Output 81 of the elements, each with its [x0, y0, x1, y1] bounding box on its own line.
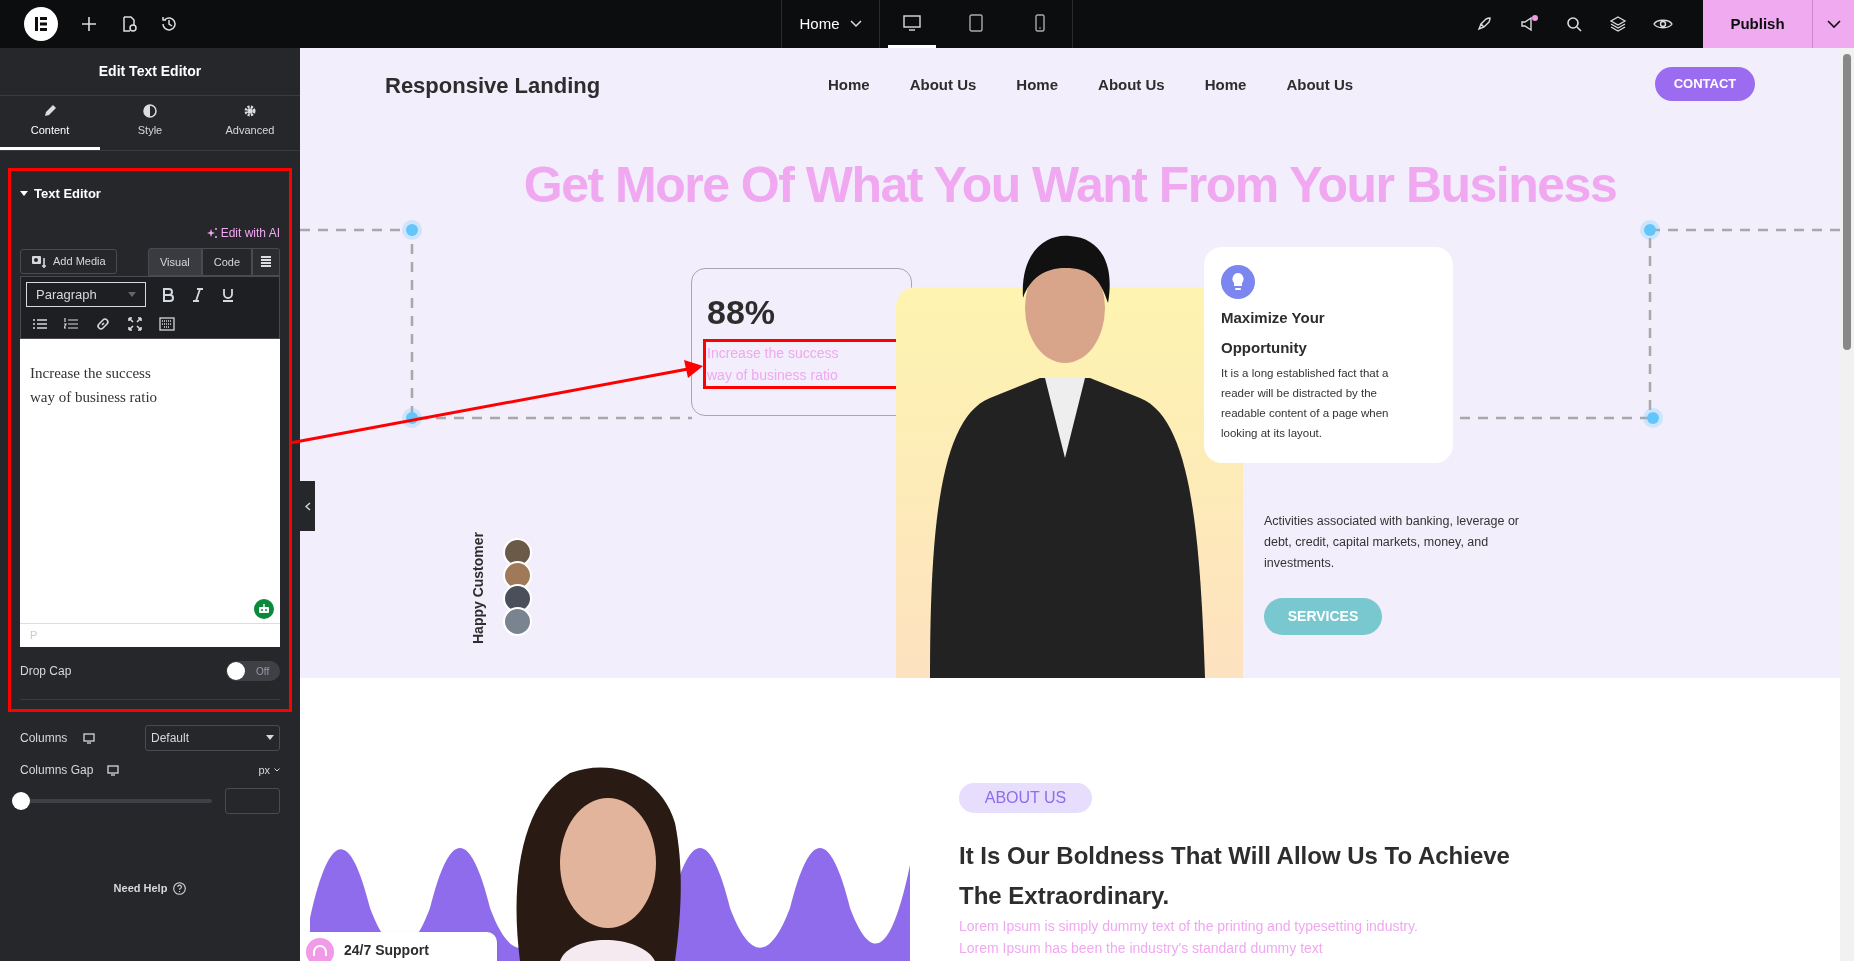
keyboard-icon[interactable] [159, 317, 175, 331]
nav-link[interactable]: About Us [1098, 74, 1165, 97]
tablet-icon [969, 13, 983, 32]
pencil-icon [43, 104, 57, 119]
layers-icon[interactable] [1609, 15, 1627, 33]
toolbar-toggle-button[interactable] [252, 248, 280, 276]
underline-icon[interactable] [222, 287, 234, 302]
scrollbar[interactable] [1840, 48, 1854, 961]
hero-headline: Get More Of What You Want From Your Business [522, 156, 1618, 215]
chevron-down-icon [274, 768, 280, 772]
add-media-button[interactable]: Add Media [20, 249, 117, 274]
document-settings-icon[interactable] [120, 15, 138, 33]
slider-thumb[interactable] [12, 792, 30, 810]
desktop-icon[interactable] [107, 764, 120, 776]
megaphone-icon[interactable] [1519, 15, 1539, 33]
chevron-down-icon [849, 20, 862, 28]
plus-icon[interactable] [80, 15, 98, 33]
help-icon [173, 881, 187, 895]
toolbar-toggle-icon [261, 256, 271, 268]
drop-cap-label: Drop Cap [20, 663, 72, 680]
activities-text: Activities associated with banking, leverage or debt, credit, capital markets, money, and investments. [1264, 513, 1519, 572]
contact-button[interactable]: CONTACT [1655, 67, 1755, 101]
panel-title: Edit Text Editor [98, 62, 202, 81]
gap-input-field[interactable] [225, 788, 280, 814]
drop-cap-toggle[interactable]: Off [226, 661, 280, 681]
columns-label: Columns [20, 730, 68, 747]
italic-icon[interactable] [192, 287, 204, 302]
desktop-icon[interactable] [83, 732, 96, 744]
numbered-list-icon[interactable] [64, 318, 78, 330]
stat-value: 88% [707, 292, 777, 332]
contrast-icon [143, 104, 157, 119]
desktop-icon [903, 14, 921, 31]
publish-button[interactable]: Publish [1703, 0, 1812, 48]
about-heading: It Is Our Boldness That Will Allow Us To Achieve The Extraordinary. [959, 841, 1511, 911]
fullscreen-icon[interactable] [128, 317, 142, 331]
link-icon[interactable] [95, 316, 111, 332]
editor-text-line: way of business ratio [30, 388, 159, 407]
chevron-left-icon [304, 501, 311, 511]
scrollbar-thumb[interactable] [1843, 54, 1851, 350]
about-badge: ABOUT US [959, 783, 1092, 813]
panel-tab[interactable]: Style [100, 96, 200, 150]
history-icon[interactable] [160, 15, 178, 33]
brand-name: Responsive Landing [385, 72, 601, 100]
panel-tab[interactable]: Content [0, 96, 100, 150]
columns-select[interactable]: Default [145, 725, 280, 751]
columns-gap-label: Columns Gap [20, 762, 94, 779]
support-label: 24/7 Support [344, 941, 429, 960]
mobile-icon [1035, 13, 1045, 32]
caret-icon [20, 191, 28, 197]
section-header[interactable]: Text Editor [20, 184, 280, 204]
nav-link[interactable]: Home [828, 74, 870, 97]
gear-icon [243, 104, 257, 119]
need-help-link[interactable]: Need Help [113, 880, 187, 897]
media-icon [31, 254, 47, 269]
nav-link[interactable]: Home [1016, 74, 1059, 97]
editor-mode-tab[interactable]: Code [201, 248, 252, 276]
about-text: Lorem Ipsum is simply dummy text of the printing and typesetting industry. Lorem Ipsum has been the industry's standard dummy text [959, 917, 1419, 958]
stat-text: Increase the success way of business ratio [707, 344, 839, 385]
happy-customer-label: Happy Customer [469, 532, 486, 644]
lightbulb-icon [1221, 265, 1255, 299]
caret-icon [128, 291, 136, 298]
logo-button[interactable] [24, 7, 58, 41]
editor-text-line: Increase the success [30, 364, 152, 383]
caret-icon [266, 735, 274, 741]
unit-select[interactable]: px [258, 761, 280, 779]
nav-link[interactable]: About Us [909, 74, 977, 97]
logo-icon [33, 16, 49, 32]
search-icon[interactable] [1565, 15, 1583, 33]
editor-mode-tab[interactable]: Visual [147, 248, 202, 276]
panel-tab[interactable]: Advanced [200, 96, 300, 150]
nav-link[interactable]: Home [1204, 74, 1247, 97]
chevron-down-icon [1826, 19, 1841, 29]
edit-with-ai-link[interactable]: Edit with AI [205, 224, 280, 242]
nav-link[interactable]: About Us [1286, 74, 1354, 97]
bold-icon[interactable] [162, 287, 174, 302]
feature-title: Maximize Your Opportunity [1221, 308, 1326, 358]
avatar [503, 607, 532, 636]
format-select[interactable]: Paragraph [26, 282, 146, 307]
feature-text: It is a long established fact that a reader will be distracted by the readable content of a page when looking at its layout. [1221, 366, 1390, 441]
assistant-bot-icon[interactable] [254, 599, 274, 619]
bullet-list-icon[interactable] [33, 318, 47, 330]
